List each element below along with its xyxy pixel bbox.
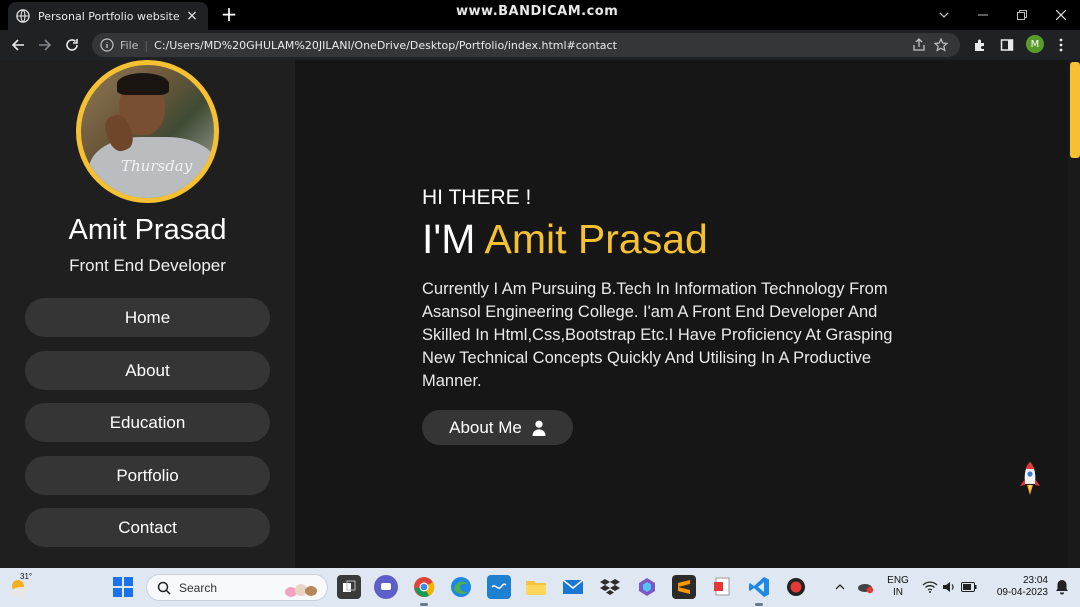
copilot-app-icon[interactable] [635, 575, 659, 599]
headline-prefix: I'M [422, 216, 476, 262]
url-separator: | [144, 38, 149, 52]
recording-watermark: www.BANDICAM.com [456, 4, 619, 19]
nav-portfolio-button[interactable]: Portfolio [25, 456, 270, 495]
tab-title: Personal Portfolio website [38, 9, 180, 23]
forward-button[interactable] [34, 35, 56, 55]
window-controls [924, 0, 1080, 30]
forward-arrow-icon [39, 39, 52, 51]
nav-home-button[interactable]: Home [25, 298, 270, 337]
edge-icon[interactable] [449, 575, 473, 599]
tab-search-icon[interactable] [924, 0, 963, 30]
weather-widget[interactable]: 31° [8, 572, 34, 600]
about-me-button[interactable]: About Me [422, 410, 573, 445]
globe-icon [16, 9, 30, 23]
language-indicator[interactable]: ENG IN [884, 575, 912, 599]
chrome-icon[interactable] [412, 575, 436, 599]
bandicam-record-icon[interactable] [784, 575, 808, 599]
close-window-icon[interactable] [1041, 0, 1080, 30]
side-panel-icon[interactable] [996, 35, 1018, 55]
profile-name: Amit Prasad [68, 214, 227, 246]
clock-time: 23:04 [1022, 575, 1048, 586]
vscode-icon[interactable] [747, 575, 771, 599]
mail-icon[interactable] [561, 575, 585, 599]
file-explorer-icon[interactable] [524, 575, 548, 599]
back-button[interactable] [7, 35, 29, 55]
tab-close-icon[interactable]: × [184, 8, 200, 24]
nav-about-button[interactable]: About [25, 351, 270, 390]
about-me-label: About Me [449, 417, 522, 437]
nav-contact-button[interactable]: Contact [25, 508, 270, 547]
onedrive-status-icon[interactable] [854, 575, 878, 599]
reload-button[interactable] [61, 35, 83, 55]
windows-taskbar: 31° Search ENG IN 23:04 09-04-2023 [0, 568, 1080, 607]
store-app-icon[interactable] [487, 575, 511, 599]
battery-icon[interactable] [957, 575, 981, 599]
profile-role: Front End Developer [69, 256, 226, 275]
search-placeholder: Search [179, 580, 218, 595]
url-scheme: File [120, 38, 139, 52]
browser-tab[interactable]: Personal Portfolio website × [8, 2, 208, 30]
user-icon [532, 420, 546, 436]
hero-bio: Currently I Am Pursuing B.Tech In Inform… [422, 280, 893, 390]
weather-temp: 31° [20, 572, 33, 581]
back-arrow-icon [11, 39, 24, 51]
teams-chat-icon[interactable] [374, 575, 398, 599]
chrome-active-indicator [420, 603, 428, 606]
start-menu-icon[interactable] [111, 575, 135, 599]
info-icon[interactable] [100, 38, 114, 52]
dropbox-icon[interactable] [598, 575, 622, 599]
taskbar-search[interactable]: Search [146, 574, 328, 601]
vscode-active-indicator [755, 603, 763, 606]
bookmark-star-icon[interactable] [930, 35, 952, 55]
address-bar[interactable]: File | C:/Users/MD%20GHULAM%20JILANI/One… [92, 33, 960, 57]
clock[interactable]: 23:04 09-04-2023 [988, 575, 1048, 599]
show-hidden-icons-chevron-icon[interactable] [828, 575, 852, 599]
sublime-text-icon[interactable] [672, 575, 696, 599]
browser-menu-icon[interactable] [1050, 35, 1072, 55]
clock-date: 09-04-2023 [996, 587, 1048, 598]
search-highlight-icon [285, 584, 317, 597]
region-code: IN [893, 587, 903, 598]
portfolio-page: Thursday Amit Prasad Front End Developer… [0, 60, 1080, 568]
restore-icon[interactable] [1002, 0, 1041, 30]
notification-bell-icon[interactable] [1050, 575, 1074, 599]
profile-avatar[interactable]: M [1026, 35, 1044, 53]
minimize-icon[interactable] [963, 0, 1002, 30]
browser-tab-strip: Personal Portfolio website × + www.BANDI… [0, 0, 1080, 30]
new-tab-button[interactable]: + [220, 3, 238, 25]
photo-signature: Thursday [121, 157, 193, 175]
hero-greeting: HI THERE ! [422, 186, 532, 209]
browser-toolbar: File | C:/Users/MD%20GHULAM%20JILANI/One… [0, 30, 1080, 60]
scrollbar-thumb[interactable] [1070, 62, 1080, 158]
profile-photo: Thursday [76, 60, 219, 203]
hero-section: HI THERE ! I'M Amit Prasad Currently I A… [295, 60, 1068, 568]
headline-name: Amit Prasad [484, 216, 708, 262]
url-text[interactable]: C:/Users/MD%20GHULAM%20JILANI/OneDrive/D… [154, 39, 908, 52]
reload-icon [66, 39, 78, 51]
task-view-icon[interactable] [337, 575, 361, 599]
hero-headline: I'M Amit Prasad [422, 216, 708, 263]
search-icon [157, 581, 171, 595]
nav-education-button[interactable]: Education [25, 403, 270, 442]
share-icon[interactable] [908, 35, 930, 55]
language-code: ENG [887, 575, 909, 586]
document-app-icon[interactable] [710, 575, 734, 599]
scroll-top-rocket-icon[interactable] [1018, 460, 1042, 504]
sidebar: Thursday Amit Prasad Front End Developer… [0, 60, 295, 568]
extensions-icon[interactable] [969, 35, 991, 55]
